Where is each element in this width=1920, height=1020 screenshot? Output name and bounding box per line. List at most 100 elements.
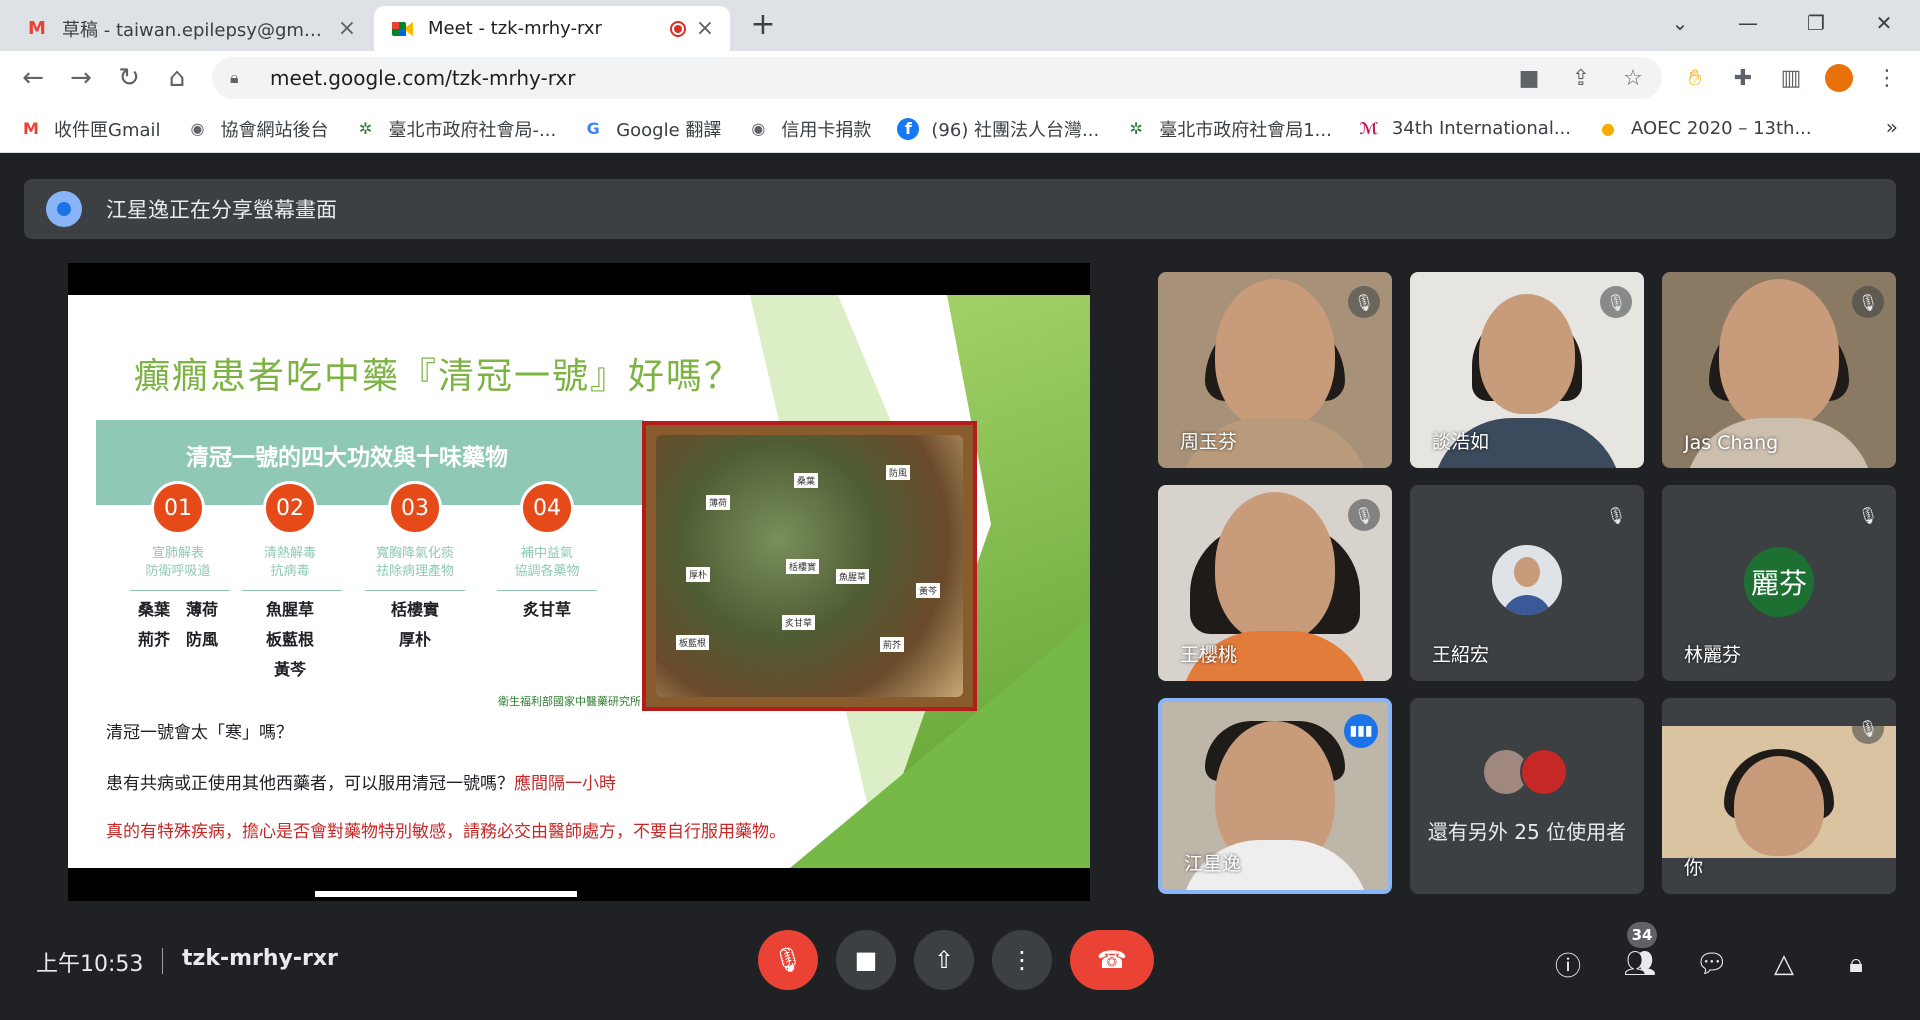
divider bbox=[130, 590, 230, 591]
presentation-view[interactable]: 癲癇患者吃中藥『清冠一號』好嗎？ 清冠一號的四大功效與十味藥物 01 02 03… bbox=[68, 263, 1090, 901]
slide: 癲癇患者吃中藥『清冠一號』好嗎？ 清冠一號的四大功效與十味藥物 01 02 03… bbox=[68, 295, 1090, 868]
globe-icon: ◉ bbox=[190, 119, 205, 138]
address-bar[interactable]: 🔒︎ meet.google.com/tzk-mrhy-rxr ■ ⇪ ☆ bbox=[212, 57, 1662, 99]
people-button[interactable]: 👥︎ bbox=[1622, 946, 1658, 982]
presenting-banner: 江星逸正在分享螢幕畫面 bbox=[24, 179, 1896, 239]
activities-icon: △ bbox=[1774, 949, 1794, 979]
bookmark-item[interactable]: ◉ 信用卡捐款 bbox=[747, 116, 871, 142]
restore-icon[interactable]: ❐ bbox=[1796, 6, 1836, 40]
participant-tile[interactable]: 🎙︎ Jas Chang bbox=[1662, 272, 1896, 468]
bookmark-item[interactable]: f (96) 社團法人台灣... bbox=[897, 116, 1099, 142]
close-icon[interactable]: × bbox=[694, 16, 716, 41]
mic-off-icon: 🎙︎ bbox=[1348, 499, 1380, 531]
presentation-scrollbar[interactable] bbox=[315, 891, 577, 897]
tab-title: Meet - tzk-mrhy-rxr bbox=[428, 18, 602, 39]
participant-name: 周玉芬 bbox=[1180, 431, 1238, 453]
self-tile[interactable]: 🎙︎ 你 bbox=[1662, 698, 1896, 894]
participant-video bbox=[1215, 492, 1335, 643]
bookmark-item[interactable]: ✲ 臺北市政府社會局-... bbox=[355, 116, 556, 142]
side-panel-icon[interactable]: ▥ bbox=[1776, 63, 1806, 93]
close-icon[interactable]: × bbox=[336, 16, 358, 41]
clock: 上午10:53 bbox=[36, 952, 144, 977]
bookmarks-overflow-button[interactable]: » bbox=[1886, 115, 1898, 139]
participant-tile[interactable]: 🎙︎ 談浩如 bbox=[1410, 272, 1644, 468]
step-number: 04 bbox=[520, 481, 574, 535]
herb-tray-photo: 桑葉 薄荷 防風 厚朴 栝樓實 魚腥草 黃芩 炙甘草 荊芥 板藍根 bbox=[642, 421, 977, 711]
bookmark-item[interactable]: ℳ 34th International... bbox=[1358, 118, 1571, 140]
avatar bbox=[1520, 748, 1568, 796]
participant-video bbox=[1215, 279, 1335, 430]
star-icon[interactable]: ☆ bbox=[1618, 63, 1648, 93]
step-effect: 寬胸降氣化痰 祛除病理產物 bbox=[375, 546, 454, 579]
more-options-button[interactable]: ⋮ bbox=[992, 930, 1052, 990]
participant-tile[interactable]: 🎙︎ 王櫻桃 bbox=[1158, 485, 1392, 681]
reload-icon[interactable]: ↻ bbox=[112, 61, 146, 95]
step-effect: 清熱解毒 抗病毒 bbox=[263, 546, 316, 579]
others-count-label: 還有另外 25 位使用者 bbox=[1427, 820, 1627, 844]
participant-tile[interactable]: 🎙︎ 周玉芬 bbox=[1158, 272, 1392, 468]
bookmark-item[interactable]: ◉ 協會網站後台 bbox=[187, 116, 329, 142]
translate-icon: G bbox=[586, 119, 600, 138]
mic-toggle-button[interactable]: 🎙︎ bbox=[758, 930, 818, 990]
bookmark-item[interactable]: ● AOEC 2020 – 13th... bbox=[1597, 118, 1812, 140]
institute-logo: 衛生福利部國家中醫藥研究所 bbox=[498, 695, 641, 708]
tab-meet[interactable]: Meet - tzk-mrhy-rxr × bbox=[374, 6, 730, 51]
speaking-indicator-icon: ▮▮▮ bbox=[1344, 714, 1378, 748]
step-number: 02 bbox=[263, 481, 317, 535]
info-icon: ⓘ bbox=[1554, 951, 1581, 982]
slide-title: 癲癇患者吃中藥『清冠一號』好嗎？ bbox=[134, 356, 743, 397]
window-close-icon[interactable]: ✕ bbox=[1864, 6, 1904, 40]
extensions-icon[interactable]: ✚ bbox=[1728, 63, 1758, 93]
banner-text: 江星逸正在分享螢幕畫面 bbox=[106, 198, 337, 222]
bookmark-item[interactable]: ✲ 臺北市政府社會局1... bbox=[1125, 116, 1332, 142]
recording-icon bbox=[670, 20, 686, 37]
new-tab-button[interactable]: + bbox=[748, 10, 778, 40]
meeting-info-button[interactable]: ⓘ bbox=[1550, 946, 1586, 982]
tab-gmail[interactable]: M 草稿 - taiwan.epilepsy@gmail.c × bbox=[8, 6, 372, 51]
participant-tile[interactable]: 🎙︎ 王紹宏 bbox=[1410, 485, 1644, 681]
participant-name: 談浩如 bbox=[1432, 431, 1490, 453]
participant-name: 林麗芬 bbox=[1684, 644, 1742, 666]
avatar: 麗芬 bbox=[1744, 547, 1814, 617]
gmail-icon: M bbox=[28, 18, 46, 39]
step-effect: 宣肺解表 防衛呼吸道 bbox=[145, 546, 211, 579]
herb-list: 桑葉 薄荷 荊芥 防風 bbox=[137, 600, 218, 649]
herb-list: 栝樓實 厚朴 bbox=[390, 600, 439, 649]
bookmark-item[interactable]: G Google 翻譯 bbox=[582, 116, 722, 142]
step-number: 03 bbox=[388, 481, 442, 535]
avatar[interactable] bbox=[1824, 63, 1854, 93]
people-count-badge: 34 bbox=[1627, 922, 1657, 948]
divider bbox=[497, 590, 597, 591]
others-avatars bbox=[1482, 748, 1572, 796]
participant-tile[interactable]: 麗芬 🎙︎ 林麗芬 bbox=[1662, 485, 1896, 681]
others-tile[interactable]: 還有另外 25 位使用者 bbox=[1410, 698, 1644, 894]
aoec-icon: ● bbox=[1601, 119, 1615, 138]
leave-call-button[interactable]: ☎︎ bbox=[1070, 930, 1154, 990]
present-button[interactable]: ⇧ bbox=[914, 930, 974, 990]
step-number: 01 bbox=[151, 481, 205, 535]
back-icon[interactable]: ← bbox=[16, 61, 50, 95]
avatar bbox=[1492, 545, 1562, 615]
hand-icon[interactable]: ✋︎ bbox=[1680, 63, 1710, 93]
google-meet-icon bbox=[392, 18, 414, 40]
minimize-icon[interactable]: — bbox=[1728, 6, 1768, 40]
tab-search-icon[interactable]: ⌄ bbox=[1660, 6, 1700, 40]
camera-icon[interactable]: ■ bbox=[1514, 63, 1544, 93]
participant-tile-active-speaker[interactable]: ▮▮▮ 江星逸 bbox=[1158, 698, 1392, 894]
slide-question: 清冠一號會太「寒」嗎？ bbox=[106, 723, 293, 743]
taipei-icon: ✲ bbox=[1129, 119, 1143, 138]
forward-icon[interactable]: → bbox=[64, 61, 98, 95]
menu-icon[interactable]: ⋮ bbox=[1872, 63, 1902, 93]
home-icon[interactable]: ⌂ bbox=[160, 61, 194, 95]
people-icon: 👥︎ bbox=[1623, 949, 1657, 979]
bookmark-item[interactable]: M 收件匣Gmail bbox=[20, 116, 160, 142]
share-icon[interactable]: ⇪ bbox=[1566, 63, 1596, 93]
participant-name: 江星逸 bbox=[1184, 853, 1242, 875]
chat-button[interactable]: 💬︎ bbox=[1694, 946, 1730, 982]
slide-question: 患有共病或正使用其他西藥者，可以服用清冠一號嗎？應間隔一小時 bbox=[106, 774, 616, 794]
camera-toggle-button[interactable]: ■ bbox=[836, 930, 896, 990]
conference-icon: ℳ bbox=[1359, 119, 1379, 138]
host-controls-button[interactable]: 🔒︎ bbox=[1838, 946, 1874, 982]
lock-icon[interactable]: 🔒︎ bbox=[230, 68, 250, 88]
activities-button[interactable]: △ bbox=[1766, 946, 1802, 982]
